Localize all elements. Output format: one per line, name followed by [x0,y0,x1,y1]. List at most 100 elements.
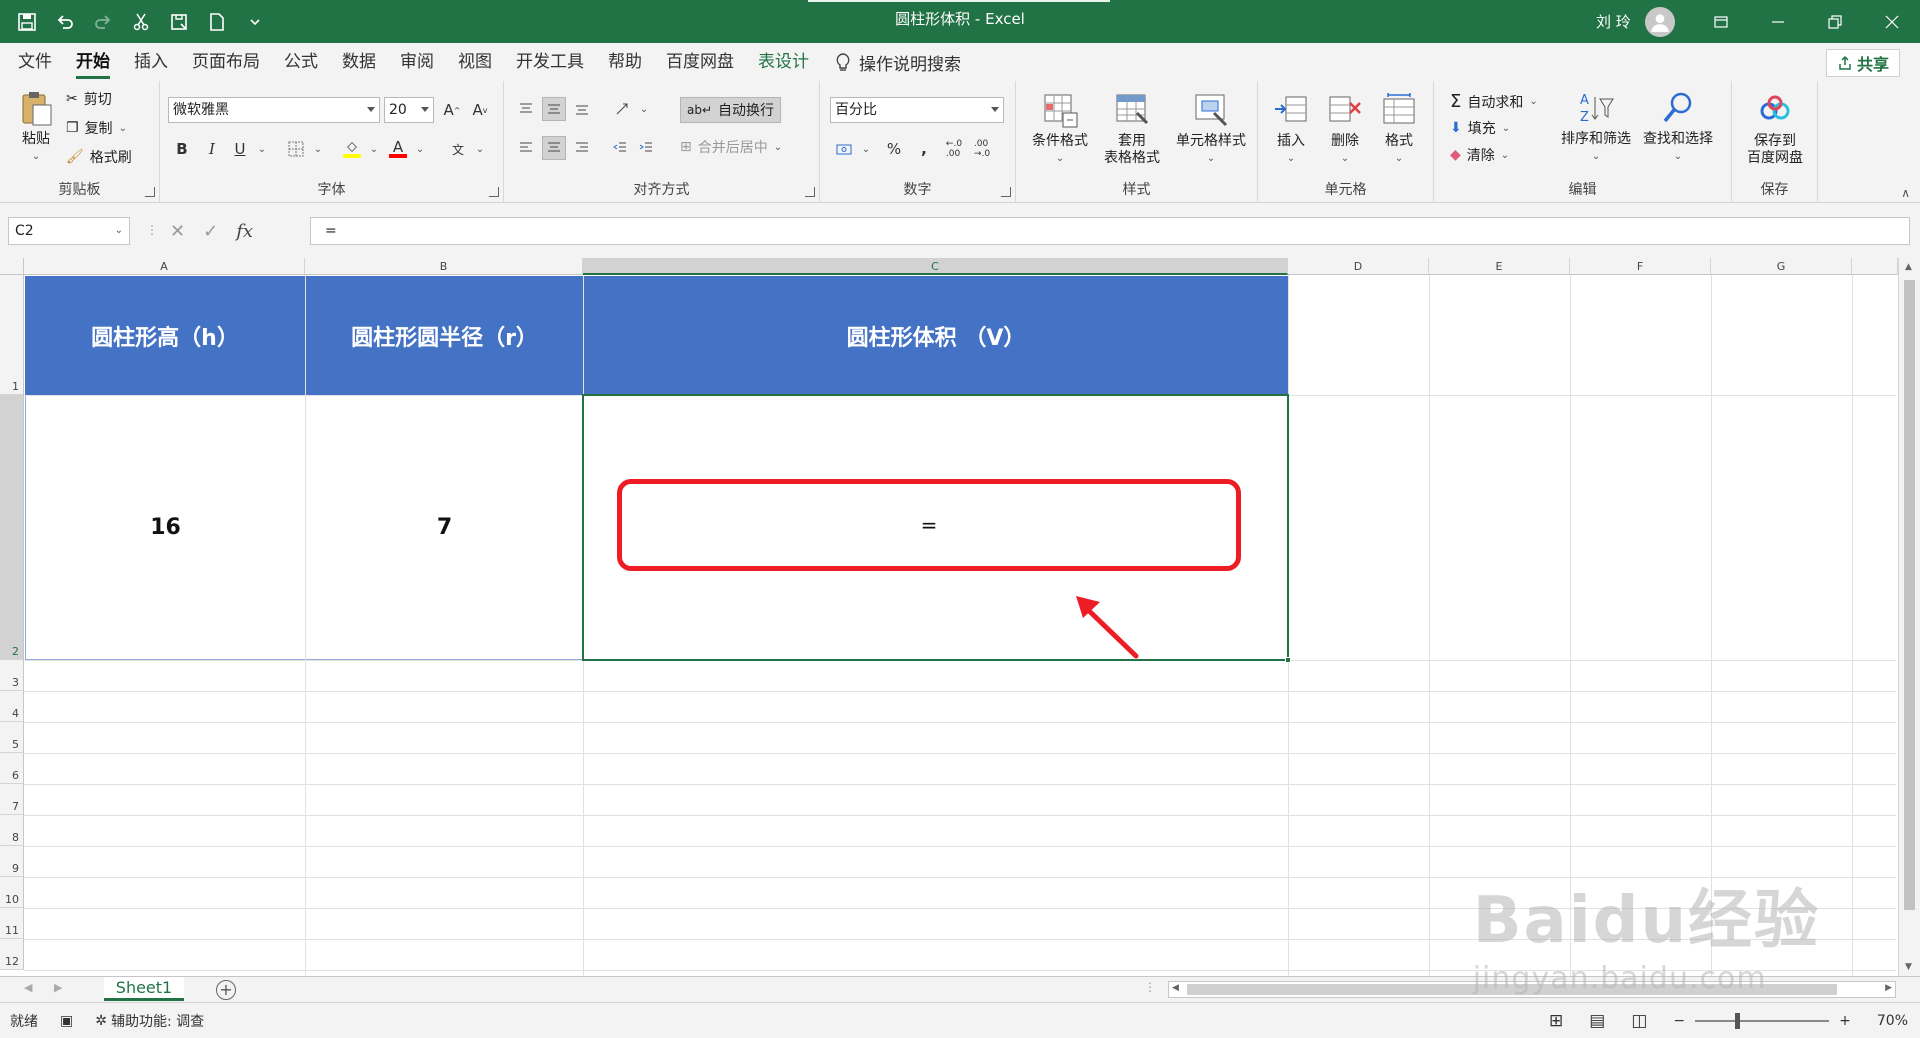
cell-a2[interactable]: 16 [25,396,305,660]
add-sheet-icon[interactable]: + [216,980,236,1000]
zoom-slider[interactable]: − + [1673,1013,1851,1029]
font-color-chevron-icon[interactable]: ⌄ [408,137,432,161]
scroll-down-icon[interactable]: ▼ [1905,962,1912,972]
italic-icon[interactable]: I [200,137,224,161]
autosum-button[interactable]: Σ 自动求和 ⌄ [1450,91,1538,112]
fill-handle[interactable] [1285,657,1291,663]
column-header-d[interactable]: D [1288,258,1429,275]
accessibility-status[interactable]: ✲ 辅助功能: 调查 [95,1011,204,1031]
currency-chevron-icon[interactable]: ⌄ [854,137,878,161]
cell-b1[interactable]: 圆柱形圆半径（r） [306,276,583,395]
tab-view[interactable]: 视图 [446,43,504,81]
tab-split-grip-icon[interactable]: ⋮ [1144,980,1156,994]
customize-qat-icon[interactable] [238,5,272,39]
page-break-view-icon[interactable]: ◫ [1631,1011,1647,1031]
tab-baidu-netdisk[interactable]: 百度网盘 [654,43,746,81]
currency-icon[interactable] [832,137,856,161]
ribbon-display-icon[interactable] [1692,0,1749,43]
underline-chevron-icon[interactable]: ⌄ [250,137,274,161]
align-right-icon[interactable] [570,136,594,160]
vertical-scroll-thumb[interactable] [1904,280,1915,910]
fill-color-chevron-icon[interactable]: ⌄ [362,137,386,161]
cell-b2[interactable]: 7 [306,396,583,660]
row-header-6[interactable]: 6 [0,753,24,784]
collapse-ribbon-icon[interactable]: ∧ [1901,186,1910,200]
tab-home[interactable]: 开始 [64,43,122,81]
new-file-icon[interactable] [200,5,234,39]
tab-developer[interactable]: 开发工具 [504,43,596,81]
align-top-icon[interactable] [514,97,538,121]
font-color-icon[interactable]: A [386,137,410,161]
orientation-icon[interactable] [610,97,634,121]
share-button[interactable]: 共享 [1825,49,1900,77]
select-all-corner[interactable] [0,258,24,275]
column-header-e[interactable]: E [1429,258,1570,275]
delete-cells-button[interactable]: 删除 ⌄ [1320,91,1370,167]
column-header-b[interactable]: B [305,258,583,275]
redo-icon[interactable] [86,5,120,39]
cut-icon[interactable] [124,5,158,39]
decrease-decimal-icon[interactable]: .00 →.0 [970,137,994,161]
tab-help[interactable]: 帮助 [596,43,654,81]
macro-record-icon[interactable]: ▣ [60,1013,73,1029]
font-launcher-icon[interactable] [489,187,499,197]
conditional-formatting-button[interactable]: 条件格式 ⌄ [1024,91,1096,167]
column-header-g[interactable]: G [1711,258,1852,275]
vertical-scrollbar[interactable]: ▲ ▼ [1898,258,1920,976]
tab-formulas[interactable]: 公式 [272,43,330,81]
scroll-right-icon[interactable]: ▶ [1885,983,1892,993]
cell-c1[interactable]: 圆柱形体积 （V） [584,276,1288,395]
formula-input[interactable]: = [310,217,1910,245]
comma-style-icon[interactable]: , [912,137,936,161]
increase-indent-icon[interactable] [634,136,658,160]
bold-icon[interactable]: B [170,137,194,161]
number-launcher-icon[interactable] [1001,187,1011,197]
cut-button[interactable]: ✂ 剪切 [66,89,112,109]
orientation-chevron-icon[interactable]: ⌄ [632,97,656,121]
row-header-2[interactable]: 2 [0,395,24,660]
align-center-icon[interactable] [542,136,566,160]
save-as-icon[interactable] [162,5,196,39]
cancel-icon[interactable]: ✕ [170,221,185,242]
zoom-in-icon[interactable]: + [1839,1013,1851,1029]
shrink-font-icon[interactable]: Av [468,98,492,122]
tab-insert[interactable]: 插入 [122,43,180,81]
percent-icon[interactable]: % [882,137,906,161]
row-header-8[interactable]: 8 [0,815,24,846]
row-header-4[interactable]: 4 [0,691,24,722]
align-middle-icon[interactable] [542,97,566,121]
font-name-select[interactable]: 微软雅黑 [168,97,380,123]
format-cells-button[interactable]: 格式 ⌄ [1374,91,1424,167]
row-header-11[interactable]: 11 [0,908,24,939]
format-painter-button[interactable]: 🖌 格式刷 [66,147,132,167]
row-header-12[interactable]: 12 [0,939,24,970]
tab-data[interactable]: 数据 [330,43,388,81]
scroll-up-icon[interactable]: ▲ [1905,262,1912,272]
tab-table-design[interactable]: 表设计 [746,43,821,81]
sheet-tab-sheet1[interactable]: Sheet1 [104,977,184,1001]
row-header-3[interactable]: 3 [0,660,24,691]
clipboard-launcher-icon[interactable] [145,187,155,197]
tell-me-search[interactable]: 操作说明搜索 [835,50,961,75]
number-format-select[interactable]: 百分比 [830,97,1004,123]
borders-chevron-icon[interactable]: ⌄ [306,137,330,161]
scroll-left-icon[interactable]: ◀ [1172,983,1179,993]
column-header-a[interactable]: A [24,258,305,275]
normal-view-icon[interactable]: ⊞ [1549,1011,1563,1031]
zoom-knob[interactable] [1735,1013,1741,1029]
insert-cells-button[interactable]: 插入 ⌄ [1266,91,1316,167]
row-header-1[interactable]: 1 [0,275,24,395]
tab-page-layout[interactable]: 页面布局 [180,43,272,81]
sheet-next-icon[interactable]: ▶ [54,981,62,994]
grow-font-icon[interactable]: A ^ [440,98,464,122]
row-header-7[interactable]: 7 [0,784,24,815]
enter-icon[interactable]: ✓ [203,221,218,242]
row-header-9[interactable]: 9 [0,846,24,877]
fill-color-icon[interactable] [340,137,364,161]
clear-button[interactable]: ◆ 清除 ⌄ [1450,145,1509,165]
cell-a1[interactable]: 圆柱形高（h） [25,276,305,395]
tab-review[interactable]: 审阅 [388,43,446,81]
alignment-launcher-icon[interactable] [805,187,815,197]
decrease-indent-icon[interactable] [608,136,632,160]
save-to-baidu-button[interactable]: 保存到 百度网盘 [1736,91,1814,167]
